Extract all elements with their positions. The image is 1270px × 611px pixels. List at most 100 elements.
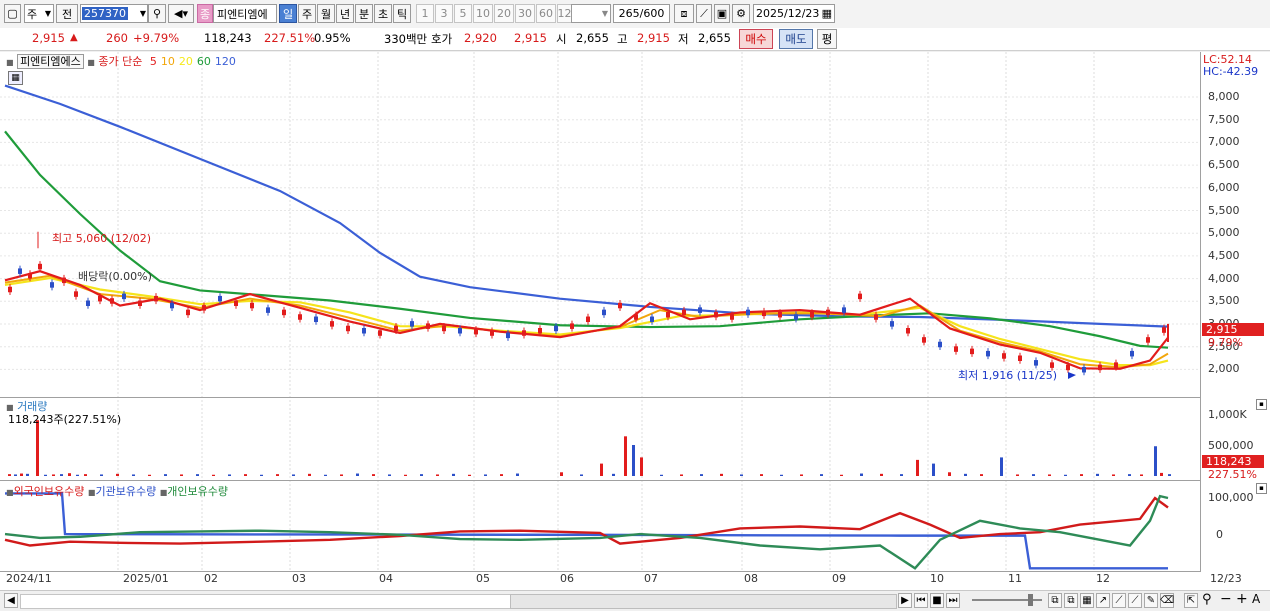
x-axis-label: 12/23	[1210, 572, 1242, 585]
date-field[interactable]: 2025/12/23 ▦	[753, 4, 835, 23]
candle-body	[234, 300, 238, 306]
candle-body	[618, 302, 622, 309]
stock-name-field[interactable]: 피엔티엠에	[213, 4, 277, 23]
save-icon[interactable]: ▣	[714, 4, 730, 23]
code-input[interactable]: 257370 ▼	[80, 4, 148, 23]
line-icon[interactable]: ⟋	[1112, 593, 1126, 608]
legend-type: 종가 단순	[98, 55, 143, 68]
zoom-search-icon[interactable]: ⚲	[1202, 592, 1212, 607]
minute-custom-select[interactable]: ▼	[571, 4, 611, 23]
zoom-out-icon[interactable]: −	[1220, 591, 1232, 607]
chevron-down-icon: ▼	[139, 9, 146, 18]
volume-bar	[680, 474, 683, 476]
ma-legend-item[interactable]: 60	[197, 55, 211, 68]
pen-icon[interactable]: ✎	[1144, 593, 1158, 608]
legend-stock-name[interactable]: 피엔티엠에스	[17, 54, 84, 69]
table-icon[interactable]: ▦	[1080, 593, 1094, 608]
x-axis-label: 09	[832, 572, 846, 585]
volume-value: 118,243	[204, 31, 252, 45]
price-tick: 7,500	[1208, 112, 1240, 126]
layout-icon[interactable]: ⧉	[1048, 593, 1062, 608]
period-button[interactable]: 틱	[393, 4, 411, 23]
export-icon[interactable]: ⇱	[1184, 593, 1198, 608]
pct-tag: 9.79%	[1208, 336, 1243, 349]
volume-bar	[372, 474, 375, 476]
minute-button[interactable]: 3	[435, 4, 453, 23]
candle-icon[interactable]: ⧈	[674, 4, 694, 23]
draw-icon[interactable]: ⟋	[696, 4, 712, 23]
layout-icon[interactable]: ⧉	[1064, 593, 1078, 608]
grid-icon[interactable]: ▦	[8, 71, 23, 85]
candle-body	[794, 314, 798, 320]
scroll-right-icon[interactable]: ▶	[898, 593, 912, 608]
volume-bar	[780, 474, 783, 476]
period-button[interactable]: 년	[336, 4, 354, 23]
minute-button[interactable]: 30	[515, 4, 535, 23]
prev-button[interactable]: 전	[56, 4, 78, 23]
panel-menu-icon[interactable]: ▪	[1256, 399, 1267, 410]
candle-body	[314, 316, 318, 323]
volume-bar	[600, 463, 603, 476]
volume-bar	[244, 474, 247, 476]
ma-legend-item[interactable]: 120	[215, 55, 236, 68]
period-button[interactable]: 일	[279, 4, 297, 23]
x-axis-label: 07	[644, 572, 658, 585]
ma-legend-item[interactable]: 10	[161, 55, 175, 68]
candle-body	[586, 316, 590, 323]
period-button[interactable]: 초	[374, 4, 392, 23]
candle-body	[266, 307, 270, 313]
chart-area[interactable]: ■ 피엔티엠에스 ■ 종가 단순 5 10 20 60 120 ▦ LC:52.14 H…	[0, 52, 1270, 590]
candle-body	[18, 268, 22, 274]
current-price: 2,915	[32, 31, 65, 45]
panel-menu-icon[interactable]: ▪	[1256, 483, 1267, 494]
period-unit-select[interactable]: 주 ▼	[24, 4, 54, 23]
period-button[interactable]: 분	[355, 4, 373, 23]
date-value: 2025/12/23	[756, 7, 820, 20]
zoom-handle[interactable]	[1028, 594, 1033, 606]
speaker-icon[interactable]: ◀▾	[168, 4, 194, 23]
open-price: 2,655	[576, 31, 609, 45]
minute-button[interactable]: 60	[536, 4, 556, 23]
stop-icon[interactable]: ■	[930, 593, 944, 608]
font-size-icon[interactable]: A	[1252, 592, 1260, 606]
candle-body	[170, 302, 174, 309]
price-tick: 6,000	[1208, 180, 1240, 194]
price-legend: ■ 피엔티엠에스 ■ 종가 단순 5 10 20 60 120	[6, 53, 236, 69]
ma-legend-item[interactable]: 5	[150, 55, 157, 68]
minute-button[interactable]: 20	[494, 4, 514, 23]
minute-button[interactable]: 1	[416, 4, 434, 23]
buy-button[interactable]: 매수	[739, 29, 773, 49]
sell-button[interactable]: 매도	[779, 29, 813, 49]
volume-bar	[212, 474, 215, 476]
scroll-thumb[interactable]	[510, 594, 897, 609]
scroll-left-icon[interactable]: ◀	[4, 593, 18, 608]
eraser-icon[interactable]: ⌫	[1160, 593, 1174, 608]
rewind-icon[interactable]: ⏮	[914, 593, 928, 608]
up-arrow-icon: ▲	[70, 32, 78, 43]
volume-bar	[420, 474, 423, 476]
arrow-icon[interactable]: ↗	[1096, 593, 1110, 608]
low-price: 2,655	[698, 31, 731, 45]
search-icon[interactable]: ⚲	[148, 4, 166, 23]
window-icon[interactable]: ▢	[4, 4, 21, 23]
hold-tick: 0	[1216, 528, 1223, 541]
eval-button[interactable]: 평	[817, 29, 837, 49]
period-button[interactable]: 주	[298, 4, 316, 23]
scroll-track[interactable]	[20, 594, 512, 609]
fast-forward-icon[interactable]: ⏭	[946, 593, 960, 608]
gear-icon[interactable]: ⚙	[732, 4, 750, 23]
candle-body	[1162, 327, 1166, 333]
period-button[interactable]: 월	[317, 4, 335, 23]
minute-button[interactable]: 5	[454, 4, 472, 23]
volume-bar	[356, 473, 359, 476]
zoom-in-icon[interactable]: +	[1236, 591, 1248, 607]
count-field[interactable]: 265/600	[613, 4, 670, 23]
hc-label: HC:-42.39	[1203, 65, 1259, 78]
minute-button[interactable]: 10	[473, 4, 493, 23]
vol-pct-tag: 227.51%	[1208, 468, 1257, 481]
price-tick: 5,500	[1208, 203, 1240, 217]
ma-legend-item[interactable]: 20	[179, 55, 193, 68]
candle-body	[746, 309, 750, 316]
line-icon[interactable]: ⟋	[1128, 593, 1142, 608]
candle-body	[8, 286, 12, 293]
